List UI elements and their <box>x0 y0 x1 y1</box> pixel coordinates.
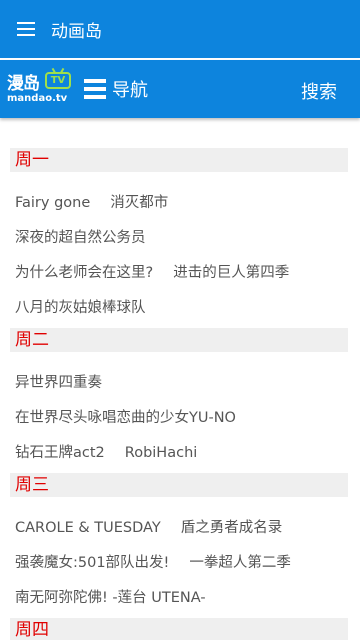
list-item: 钻石王牌act2 RobiHachi <box>15 441 217 461</box>
day-heading-tue: 周二 <box>10 328 348 352</box>
anime-link[interactable]: CAROLE & TUESDAY <box>15 520 161 536</box>
list-item: Fairy gone 消灭都市 <box>15 191 188 211</box>
app-title: 动画岛 <box>51 21 102 42</box>
logo-text: 漫岛 <box>7 74 40 94</box>
anime-link[interactable]: 消灭都市 <box>110 195 168 211</box>
list-item: 强袭魔女:501部队出发! 一拳超人第二季 <box>15 551 311 571</box>
nav-label: 导航 <box>112 80 148 101</box>
nav-button[interactable]: 导航 <box>84 78 148 101</box>
list-item: 八月的灰姑娘棒球队 <box>15 296 166 316</box>
list-icon <box>84 79 106 99</box>
anime-link[interactable]: RobiHachi <box>125 445 198 461</box>
site-logo[interactable]: 漫岛 TV mandao.tv <box>6 66 72 110</box>
list-item: 深夜的超自然公务员 <box>15 226 166 246</box>
anime-link[interactable]: 异世界四重奏 <box>15 375 102 391</box>
anime-link[interactable]: 为什么老师会在这里? <box>15 265 153 281</box>
hamburger-menu-icon[interactable] <box>17 22 35 36</box>
list-item: 在世界尽头咏唱恋曲的少女YU-NO <box>15 406 256 426</box>
anime-link[interactable]: 八月的灰姑娘棒球队 <box>15 300 146 316</box>
anime-link[interactable]: 钻石王牌act2 <box>15 445 105 461</box>
tv-icon: TV <box>45 72 71 89</box>
anime-link[interactable]: 强袭魔女:501部队出发! <box>15 555 169 571</box>
search-button[interactable]: 搜索 <box>301 78 337 104</box>
logo-url: mandao.tv <box>7 93 68 104</box>
anime-link[interactable]: 在世界尽头咏唱恋曲的少女YU-NO <box>15 410 236 426</box>
list-item: CAROLE & TUESDAY 盾之勇者成名录 <box>15 516 302 536</box>
list-item: 南无阿弥陀佛! -莲台 UTENA- <box>15 586 226 606</box>
list-item: 异世界四重奏 <box>15 371 122 391</box>
app-bar: 动画岛 <box>0 0 360 58</box>
anime-link[interactable]: 深夜的超自然公务员 <box>15 230 146 246</box>
site-header: 漫岛 TV mandao.tv 导航 搜索 <box>0 60 360 118</box>
anime-link[interactable]: 进击的巨人第四季 <box>173 265 289 281</box>
day-heading-wed: 周三 <box>10 473 348 497</box>
anime-link[interactable]: 盾之勇者成名录 <box>181 520 283 536</box>
anime-link[interactable]: 一拳超人第二季 <box>189 555 291 571</box>
anime-link[interactable]: Fairy gone <box>15 195 90 211</box>
anime-link[interactable]: 南无阿弥陀佛! -莲台 UTENA- <box>15 590 206 606</box>
day-heading-thu: 周四 <box>10 618 348 640</box>
list-item: 为什么老师会在这里? 进击的巨人第四季 <box>15 261 309 281</box>
day-heading-mon: 周一 <box>10 148 348 172</box>
